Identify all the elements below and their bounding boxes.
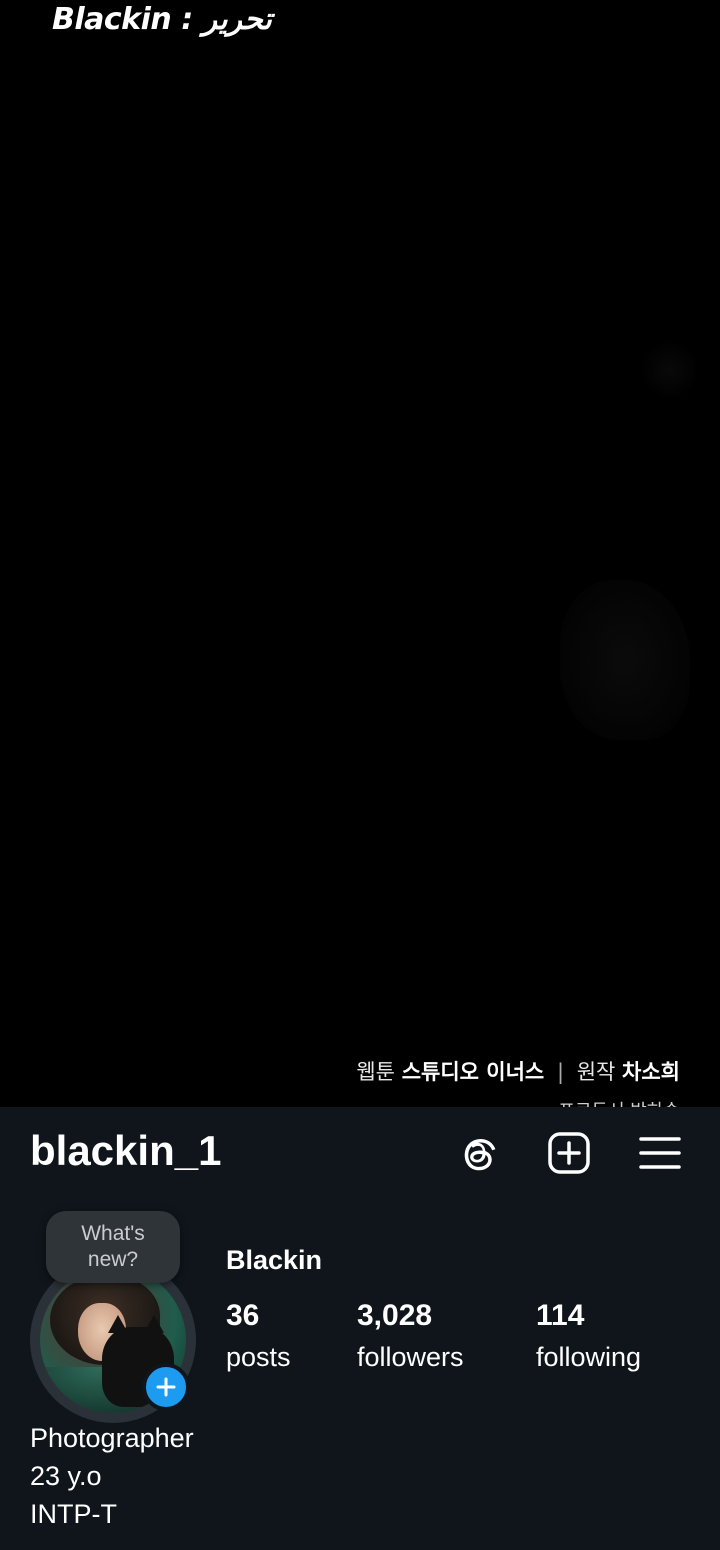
following-label: following xyxy=(536,1342,642,1372)
plus-square-icon[interactable] xyxy=(545,1129,593,1177)
posts-label: posts xyxy=(226,1342,291,1372)
profile-sheet: blackin_1 What's new? Blackin 36 posts 3… xyxy=(0,1107,720,1550)
webtoon-credits: 웹툰 스튜디오 이너스 | 원작 차소희 프로듀서 박하송 xyxy=(356,1052,680,1108)
profile-username[interactable]: blackin_1 xyxy=(30,1125,221,1177)
bio-line: 23 y.o xyxy=(30,1461,102,1491)
credit-studio: 스튜디오 이너스 xyxy=(401,1060,545,1084)
credit-webtoon-label: 웹툰 xyxy=(356,1060,395,1084)
stat-posts[interactable]: 36 posts xyxy=(226,1297,291,1375)
dark-shape xyxy=(640,340,700,400)
stat-following[interactable]: 114 following xyxy=(536,1297,641,1375)
plus-icon xyxy=(156,1377,176,1397)
credit-producer: 프로듀서 박하송 xyxy=(356,1092,680,1108)
display-name: Blackin xyxy=(226,1245,323,1275)
watermark-text: Blackin : تحرير xyxy=(52,2,272,37)
credit-author: 차소희 xyxy=(622,1060,680,1084)
followers-label: followers xyxy=(357,1342,464,1372)
webtoon-panel: Blackin : تحرير 웹툰 스튜디오 이너스 | 원작 차소희 프로듀… xyxy=(0,0,720,1108)
credit-original-label: 원작 xyxy=(576,1060,616,1084)
add-story-button[interactable] xyxy=(142,1363,190,1411)
bio-line: INTP-T xyxy=(30,1499,117,1529)
dark-figure xyxy=(560,580,690,740)
threads-icon[interactable] xyxy=(454,1129,502,1177)
screen: Blackin : تحرير 웹툰 스튜디오 이너스 | 원작 차소희 프로듀… xyxy=(0,0,720,1550)
followers-count: 3,028 xyxy=(357,1299,433,1332)
note-bubble[interactable]: What's new? xyxy=(46,1211,180,1283)
posts-count: 36 xyxy=(226,1299,260,1332)
note-placeholder: What's new? xyxy=(81,1222,145,1271)
following-count: 114 xyxy=(536,1299,585,1332)
bio-line: Photographer xyxy=(30,1423,194,1453)
credit-separator: | xyxy=(556,1060,565,1084)
stat-followers[interactable]: 3,028 followers xyxy=(357,1297,464,1375)
hamburger-menu-icon[interactable] xyxy=(636,1129,684,1177)
profile-bio: Photographer 23 y.o INTP-T xyxy=(30,1419,194,1533)
